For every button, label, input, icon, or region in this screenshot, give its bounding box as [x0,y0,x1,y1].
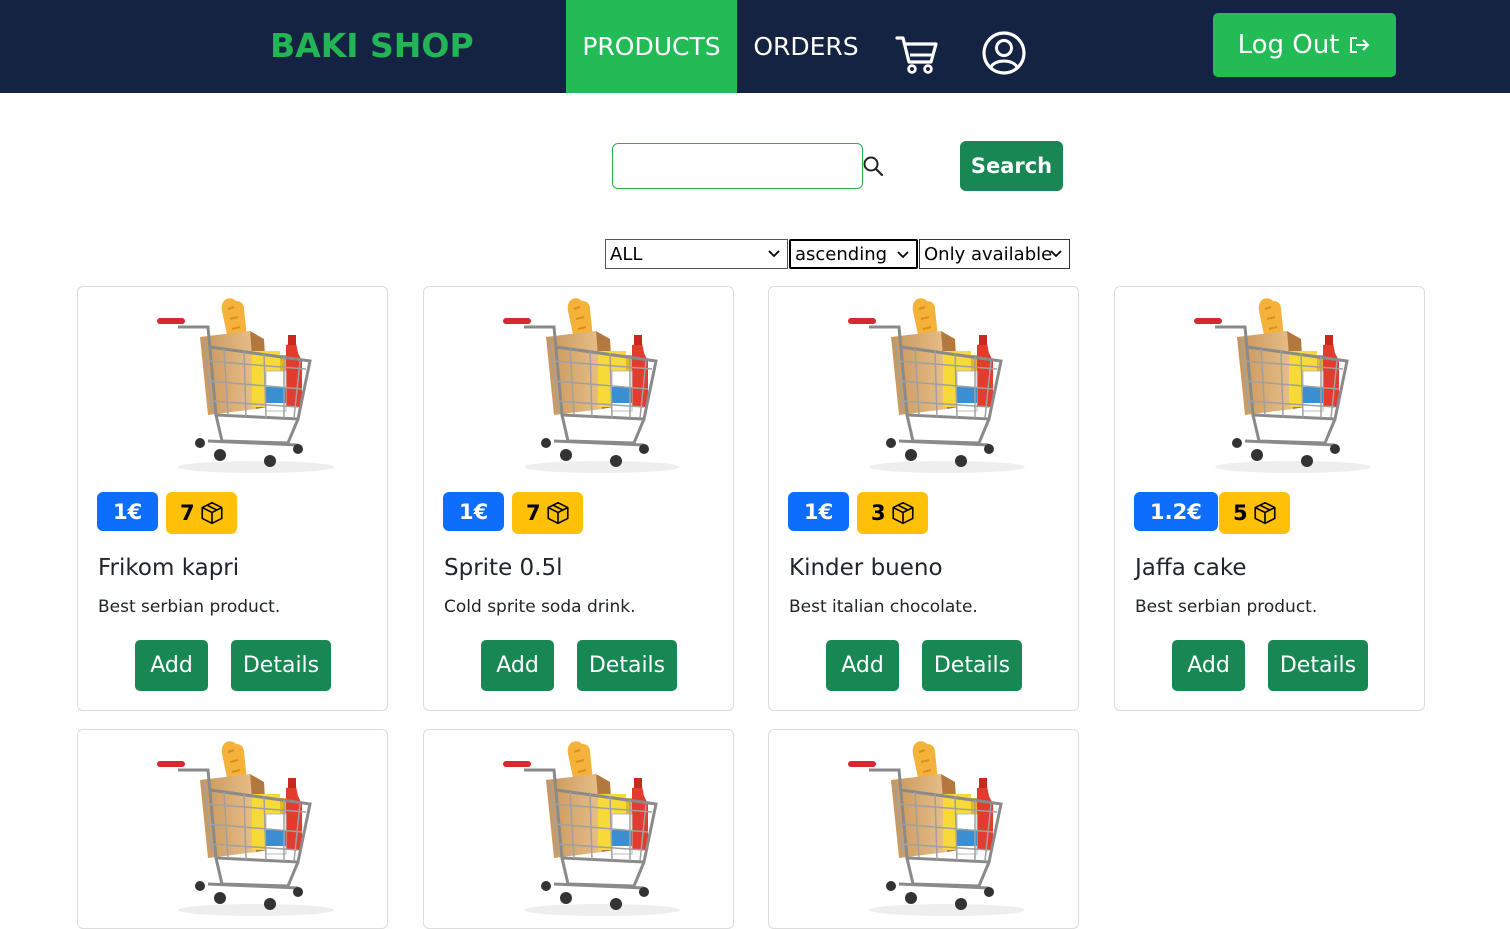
details-button[interactable]: Details [577,640,677,691]
stock-count: 7 [180,501,195,525]
search-icon [863,156,884,177]
stock-badge: 3 [857,492,928,534]
product-name: Kinder bueno [789,555,943,581]
stock-badge: 7 [512,492,583,534]
shopping-cart-product-image [157,741,334,916]
add-to-cart-button[interactable]: Add [1172,640,1245,691]
box-icon [892,501,914,525]
details-button[interactable]: Details [231,640,331,691]
stock-badge: 7 [166,492,237,534]
stock-count: 5 [1233,501,1248,525]
stock-count: 3 [871,501,886,525]
add-to-cart-button[interactable]: Add [481,640,554,691]
chevron-down-icon [897,251,909,259]
shopping-cart-product-image [503,741,680,916]
availability-select-value: Only available [924,243,1053,265]
product-card [768,729,1079,929]
logout-label: Log Out [1237,30,1340,60]
shopping-cart-product-image [848,741,1025,916]
product-card: 1€ 7 Sprite 0.5l Cold sprite soda drink.… [423,286,734,711]
product-card: 1.2€ 5 Jaffa cake Best serbian product. … [1114,286,1425,711]
nav-orders[interactable]: ORDERS [744,0,868,93]
stock-badge: 5 [1219,492,1290,534]
availability-select[interactable]: Only available [919,239,1070,269]
product-description: Best serbian product. [98,597,281,617]
top-navbar: BAKI SHOP PRODUCTS ORDERS Log Out [0,0,1510,93]
box-arrow-right-icon [1350,37,1370,53]
price-badge: 1€ [443,492,505,531]
sort-order-select[interactable]: ascending [789,239,918,269]
product-name: Sprite 0.5l [444,555,563,581]
box-icon [201,501,223,525]
chevron-down-icon [1050,250,1062,258]
product-name: Jaffa cake [1135,555,1247,581]
details-button[interactable]: Details [922,640,1022,691]
details-button[interactable]: Details [1268,640,1368,691]
product-card: 1€ 3 Kinder bueno Best italian chocolate… [768,286,1079,711]
product-card [77,729,388,929]
user-circle-icon[interactable] [980,29,1028,77]
product-description: Cold sprite soda drink. [444,597,636,617]
sort-order-select-value: ascending [795,243,888,265]
nav-products[interactable]: PRODUCTS [566,0,737,93]
price-badge: 1€ [97,492,159,531]
shopping-cart-product-image [503,298,680,473]
box-icon [547,501,569,525]
product-card [423,729,734,929]
shopping-cart-product-image [1194,298,1371,473]
price-badge: 1.2€ [1134,492,1218,531]
price-badge: 1€ [788,492,850,531]
search-button[interactable]: Search [960,141,1063,191]
add-to-cart-button[interactable]: Add [826,640,899,691]
logout-button[interactable]: Log Out [1213,13,1396,77]
chevron-down-icon [768,250,780,258]
category-select[interactable]: ALL [605,239,788,269]
stock-count: 7 [526,501,541,525]
product-description: Best serbian product. [1135,597,1318,617]
add-to-cart-button[interactable]: Add [135,640,208,691]
brand-logo[interactable]: BAKI SHOP [270,26,474,65]
product-card: 1€ 7 Frikom kapri Best serbian product. … [77,286,388,711]
category-select-value: ALL [610,243,643,265]
product-description: Best italian chocolate. [789,597,978,617]
search-input[interactable] [612,143,863,189]
product-name: Frikom kapri [98,555,240,581]
shopping-cart-product-image [848,298,1025,473]
shopping-cart-product-image [157,298,334,473]
shopping-cart-icon[interactable] [893,29,941,77]
box-icon [1254,501,1276,525]
